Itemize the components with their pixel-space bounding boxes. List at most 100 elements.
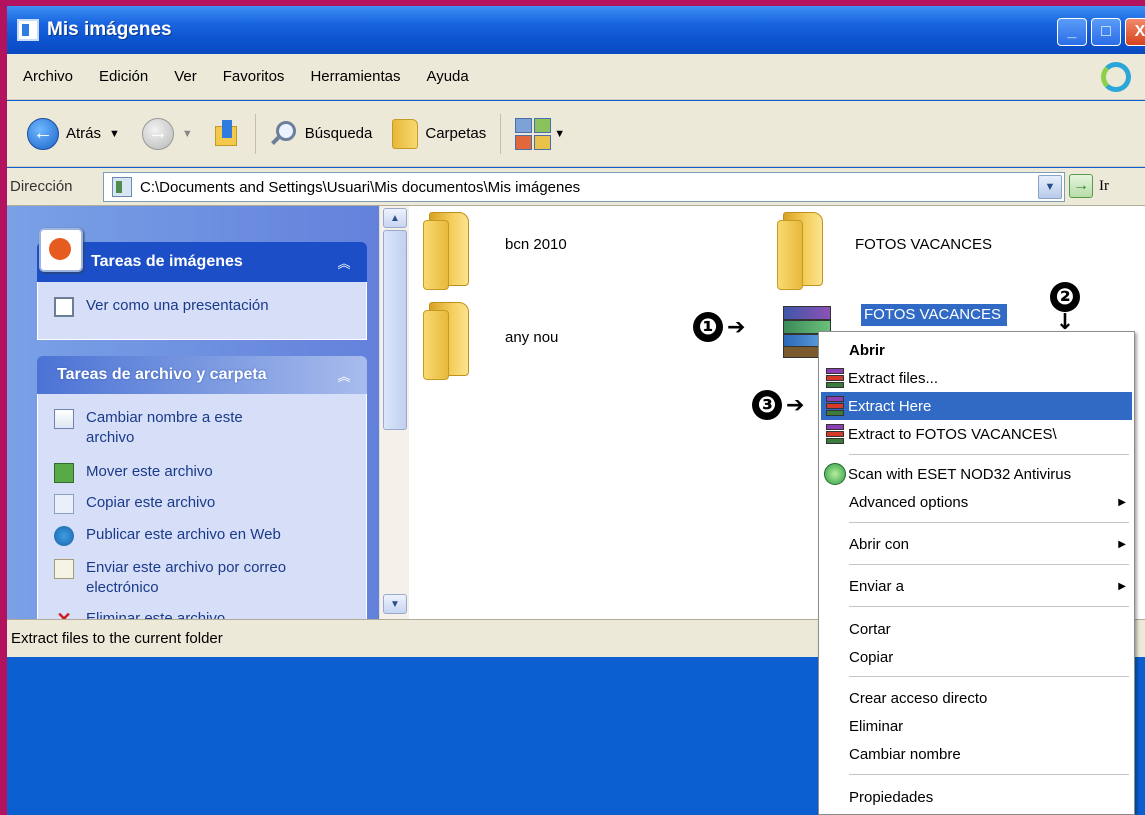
menu-ayuda[interactable]: Ayuda: [426, 68, 468, 85]
address-input[interactable]: C:\Documents and Settings\Usuari\Mis doc…: [103, 172, 1065, 202]
callout-number-1: ❶: [693, 312, 723, 342]
menu-favoritos[interactable]: Favoritos: [223, 68, 285, 85]
ctx-advanced-options[interactable]: Advanced options ▶: [821, 488, 1132, 516]
ctx-extract-files[interactable]: Extract files...: [821, 364, 1132, 392]
picture-tasks-panel: Tareas de imágenes ︽ Ver como una presen…: [37, 228, 367, 340]
address-bar: Dirección C:\Documents and Settings\Usua…: [7, 168, 1145, 206]
arrow-right-icon: ➔: [786, 392, 805, 418]
collapse-chevron-icon[interactable]: ︽: [335, 366, 353, 384]
menu-separator: [849, 606, 1129, 607]
chevron-down-icon[interactable]: ▼: [1038, 175, 1062, 199]
ctx-open[interactable]: Abrir: [821, 336, 1132, 364]
folder-window-icon: [17, 19, 39, 41]
address-path[interactable]: C:\Documents and Settings\Usuari\Mis doc…: [140, 179, 580, 196]
chevron-down-icon[interactable]: ▼: [182, 128, 193, 140]
menu-separator: [849, 454, 1129, 455]
task-copy-label: Copiar este archivo: [86, 494, 216, 511]
forward-button[interactable]: → ▼: [136, 112, 199, 156]
ctx-delete[interactable]: Eliminar: [821, 712, 1132, 740]
search-icon: [270, 120, 298, 148]
menu-separator: [849, 564, 1129, 565]
ctx-create-shortcut[interactable]: Crear acceso directo: [821, 684, 1132, 712]
title-bar[interactable]: Mis imágenes _ □ X: [7, 6, 1145, 54]
file-tasks-panel: Tareas de archivo y carpeta ︽ Cambiar no…: [37, 356, 367, 619]
ctx-properties[interactable]: Propiedades: [821, 783, 1132, 811]
eset-icon: [824, 463, 846, 485]
ctx-cut[interactable]: Cortar: [821, 615, 1132, 643]
folder-any-nou[interactable]: any nou: [423, 300, 558, 380]
menu-edicion[interactable]: Edición: [99, 68, 148, 85]
up-folder-button[interactable]: [205, 112, 247, 156]
task-delete-label: Eliminar este archivo: [86, 610, 226, 619]
maximize-button[interactable]: □: [1091, 18, 1121, 46]
folders-button[interactable]: Carpetas: [386, 112, 492, 156]
go-label: Ir: [1099, 177, 1109, 194]
ctx-extract-here[interactable]: Extract Here: [821, 392, 1132, 420]
search-label: Búsqueda: [304, 125, 373, 142]
address-label: Dirección: [10, 178, 73, 195]
chevron-down-icon[interactable]: ▼: [554, 128, 565, 140]
back-button[interactable]: ← Atrás ▼: [21, 112, 126, 156]
folder-up-icon: [211, 118, 241, 150]
submenu-arrow-icon: ▶: [1118, 538, 1126, 550]
ctx-cut-label: Cortar: [849, 620, 891, 638]
picture-tasks-header[interactable]: Tareas de imágenes ︽: [37, 242, 367, 282]
folder-icon: [423, 210, 475, 290]
close-button[interactable]: X: [1125, 18, 1145, 46]
rar-archive-label[interactable]: FOTOS VACANCES: [861, 304, 1007, 326]
copy-icon: [54, 494, 74, 514]
search-button[interactable]: Búsqueda: [264, 112, 379, 156]
views-icon: [515, 117, 552, 150]
task-slideshow[interactable]: Ver como una presentación: [54, 296, 269, 317]
task-publish[interactable]: Publicar este archivo en Web: [54, 525, 281, 546]
folder-bcn-2010[interactable]: bcn 2010: [423, 210, 567, 290]
chevron-down-icon[interactable]: ▼: [109, 128, 120, 140]
task-email[interactable]: Enviar este archivo por correo electróni…: [54, 558, 326, 598]
back-arrow-icon: ←: [27, 117, 59, 150]
ctx-rename[interactable]: Cambiar nombre: [821, 740, 1132, 768]
picture-tasks-body: Ver como una presentación: [37, 282, 367, 340]
submenu-arrow-icon: ▶: [1118, 496, 1126, 508]
ctx-open-with-label: Abrir con: [849, 535, 910, 553]
scroll-thumb[interactable]: [383, 230, 407, 430]
ctx-extract-to[interactable]: Extract to FOTOS VACANCES\: [821, 420, 1132, 448]
go-button[interactable]: → Ir: [1069, 174, 1109, 198]
forward-arrow-icon: →: [141, 117, 174, 150]
menu-bar: Archivo Edición Ver Favoritos Herramient…: [7, 54, 1145, 100]
scroll-down-button[interactable]: ▼: [383, 594, 407, 614]
ctx-properties-label: Propiedades: [849, 788, 934, 806]
slideshow-icon: [54, 297, 74, 317]
task-move[interactable]: Mover este archivo: [54, 462, 213, 483]
menu-archivo[interactable]: Archivo: [23, 68, 73, 85]
folder-fotos-vacances[interactable]: FOTOS VACANCES: [777, 210, 992, 290]
menu-herramientas[interactable]: Herramientas: [310, 68, 400, 85]
folder-icon: [423, 300, 475, 380]
task-delete[interactable]: ✕ Eliminar este archivo: [54, 609, 225, 619]
ctx-extract-here-label: Extract Here: [848, 397, 932, 415]
folder-label: bcn 2010: [505, 235, 567, 253]
ctx-rename-label: Cambiar nombre: [849, 745, 961, 763]
scroll-up-button[interactable]: ▲: [383, 208, 407, 228]
callout-3: ❸ ➔: [752, 390, 804, 420]
windows-throbber-icon: [1101, 62, 1131, 92]
ctx-copy[interactable]: Copiar: [821, 643, 1132, 671]
ctx-open-with[interactable]: Abrir con ▶: [821, 530, 1132, 558]
globe-icon: [54, 526, 74, 546]
back-label: Atrás: [66, 125, 102, 142]
minimize-button[interactable]: _: [1057, 18, 1087, 46]
menu-ver[interactable]: Ver: [174, 68, 197, 85]
file-tasks-header[interactable]: Tareas de archivo y carpeta ︽: [37, 356, 367, 394]
folders-icon: [392, 118, 419, 149]
task-rename[interactable]: Cambiar nombre a este archivo: [54, 408, 354, 448]
menu-separator: [849, 676, 1129, 677]
task-rename-label: Cambiar nombre a este archivo: [86, 409, 243, 446]
task-copy[interactable]: Copiar este archivo: [54, 493, 215, 514]
task-move-label: Mover este archivo: [86, 463, 213, 480]
status-text: Extract files to the current folder: [11, 630, 223, 647]
ctx-send-to[interactable]: Enviar a ▶: [821, 572, 1132, 600]
collapse-chevron-icon[interactable]: ︽: [335, 253, 353, 271]
vertical-scrollbar[interactable]: ▲ ▼: [379, 206, 409, 619]
views-button[interactable]: ▼: [509, 112, 571, 156]
folder-pictures-icon: [112, 177, 132, 197]
ctx-scan-eset[interactable]: Scan with ESET NOD32 Antivirus: [821, 460, 1132, 488]
